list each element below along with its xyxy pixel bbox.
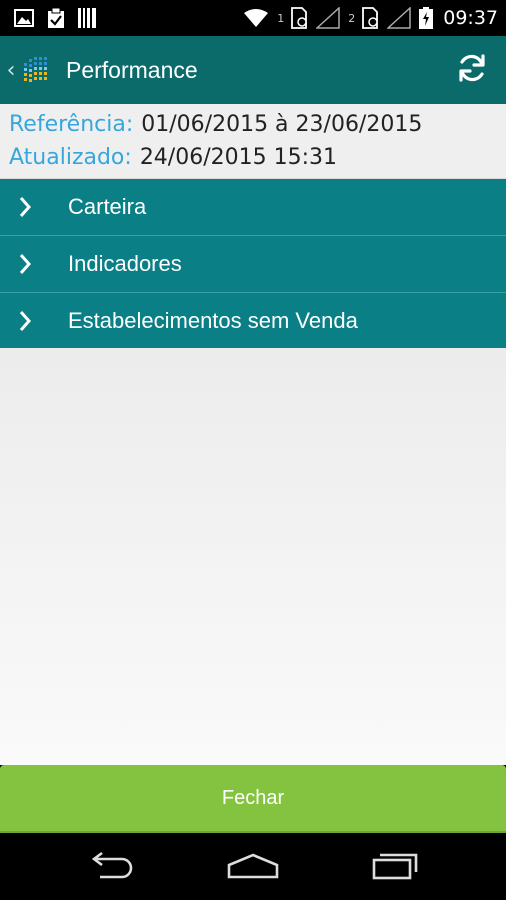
chevron-right-icon [0, 310, 68, 332]
updated-row: Atualizado: 24/06/2015 15:31 [9, 141, 497, 174]
status-time: 09:37 [443, 7, 498, 29]
menu-item-carteira[interactable]: Carteira [0, 179, 506, 236]
period-info: Referência: 01/06/2015 à 23/06/2015 Atua… [0, 104, 506, 179]
page-title: Performance [66, 56, 198, 83]
chevron-right-icon [0, 196, 68, 218]
nav-recents-button[interactable] [355, 837, 435, 897]
reference-label: Referência: [9, 112, 134, 137]
menu-item-label: Estabelecimentos sem Venda [68, 308, 358, 333]
refresh-icon [455, 51, 489, 89]
nav-home-button[interactable] [213, 837, 293, 897]
back-icon[interactable]: ‹ [4, 58, 18, 83]
nav-home-icon [226, 851, 280, 883]
menu-item-label: Indicadores [68, 251, 182, 276]
app-logo-icon[interactable] [22, 55, 52, 85]
status-bar: 1 2 09:37 [0, 0, 506, 36]
nav-back-button[interactable] [71, 837, 151, 897]
refresh-button[interactable] [438, 36, 506, 104]
status-system: 1 2 09:37 [243, 7, 498, 29]
content-area [0, 348, 506, 765]
nav-recents-icon [370, 850, 420, 884]
sim2-number: 2 [348, 12, 356, 25]
image-icon [14, 7, 34, 29]
status-notifications [14, 7, 96, 29]
updated-label: Atualizado: [9, 145, 132, 170]
chevron-right-icon [0, 253, 68, 275]
barcode-icon [78, 7, 96, 29]
menu-item-label: Carteira [68, 194, 147, 219]
updated-value: 24/06/2015 15:31 [139, 145, 338, 170]
clipboard-icon [46, 7, 66, 29]
nav-back-icon [86, 851, 136, 883]
reference-value: 01/06/2015 à 23/06/2015 [141, 112, 423, 137]
app-bar: ‹ Performance [0, 36, 506, 104]
sim1-number: 1 [277, 12, 285, 25]
battery-icon [419, 7, 434, 29]
signal1-icon [316, 7, 340, 29]
navigation-bar [0, 833, 506, 900]
signal2-icon [387, 7, 411, 29]
wifi-icon [243, 7, 269, 29]
reference-row: Referência: 01/06/2015 à 23/06/2015 [9, 108, 497, 141]
close-button[interactable]: Fechar [0, 765, 506, 833]
menu-item-indicadores[interactable]: Indicadores [0, 236, 506, 293]
menu-item-estabelecimentos[interactable]: Estabelecimentos sem Venda [0, 293, 506, 349]
sim2-icon [361, 7, 379, 29]
sim1-icon [290, 7, 308, 29]
section-menu: Carteira Indicadores Estabelecimentos se… [0, 179, 506, 349]
